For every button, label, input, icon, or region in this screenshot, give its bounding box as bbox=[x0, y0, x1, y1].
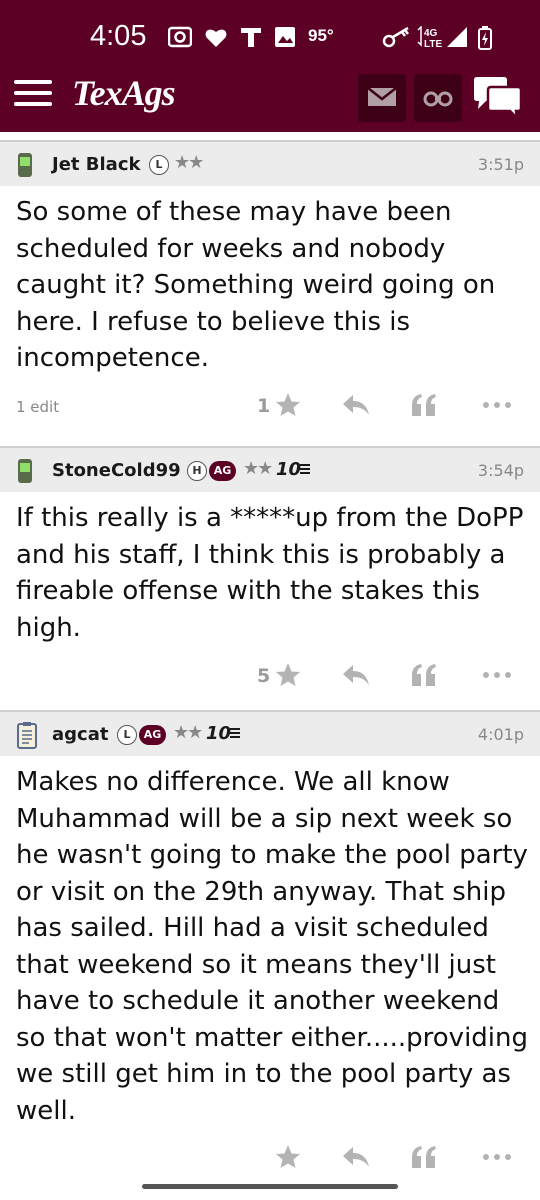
tmobile-icon bbox=[241, 28, 261, 47]
status-temperature: 95° bbox=[308, 26, 334, 45]
rank-lines-icon bbox=[230, 728, 240, 740]
reply-icon[interactable] bbox=[342, 662, 370, 688]
image-icon bbox=[275, 27, 295, 47]
star-icon[interactable] bbox=[275, 392, 301, 418]
status-bar: 4:05 95° 4G LTE bbox=[0, 18, 540, 58]
post-time[interactable]: 4:01p bbox=[478, 725, 524, 744]
username[interactable]: Jet Black bbox=[52, 154, 140, 175]
post-time[interactable]: 3:54p bbox=[478, 461, 524, 480]
badge-ag: AG bbox=[209, 461, 236, 481]
edit-note[interactable]: 1 edit bbox=[16, 398, 59, 416]
more-icon[interactable] bbox=[482, 662, 512, 688]
reply-icon[interactable] bbox=[342, 1144, 370, 1170]
mail-button[interactable] bbox=[358, 74, 406, 122]
post-body: If this really is a *****up from the DoP… bbox=[16, 503, 524, 643]
star-count: 1 bbox=[257, 395, 271, 417]
username[interactable]: agcat bbox=[52, 724, 108, 745]
phone-icon bbox=[18, 459, 32, 483]
status-time: 4:05 bbox=[90, 20, 147, 52]
badge-ag: AG bbox=[139, 725, 166, 745]
post-actions: 5 bbox=[0, 656, 540, 696]
rank-lines-icon bbox=[300, 464, 310, 476]
post-body: So some of these may have been scheduled… bbox=[16, 197, 496, 373]
post-body: Makes no difference. We all know Muhamma… bbox=[16, 767, 529, 1126]
quote-icon[interactable] bbox=[410, 392, 438, 418]
quote-icon[interactable] bbox=[410, 662, 438, 688]
star-icon[interactable] bbox=[275, 662, 301, 688]
svg-text:LTE: LTE bbox=[424, 39, 442, 50]
phone-icon bbox=[18, 153, 32, 177]
post-time[interactable]: 3:51p bbox=[478, 155, 524, 174]
watchlist-button[interactable] bbox=[414, 74, 462, 122]
post-header: agcat L AG ★★ 10 4:01p bbox=[0, 710, 540, 756]
battery-icon bbox=[478, 26, 492, 50]
gesture-bar[interactable] bbox=[142, 1184, 398, 1189]
app-header: 4:05 95° 4G LTE TexAgs bbox=[0, 0, 540, 132]
badge-lifetime: L bbox=[117, 725, 137, 745]
radio-icon bbox=[168, 26, 192, 48]
more-icon[interactable] bbox=[482, 1144, 512, 1170]
texags-logo[interactable]: TexAgs bbox=[72, 72, 176, 114]
svg-text:4G: 4G bbox=[424, 28, 438, 39]
binoculars-icon bbox=[423, 91, 453, 107]
menu-icon[interactable] bbox=[14, 80, 52, 110]
signal-icon bbox=[447, 27, 467, 47]
rank-badge: 10 bbox=[276, 459, 302, 480]
post-actions bbox=[0, 1138, 540, 1178]
quote-icon[interactable] bbox=[410, 1144, 438, 1170]
badge-lifetime: L bbox=[149, 155, 169, 175]
notepad-icon bbox=[17, 722, 37, 749]
post-header: Jet Black L ★★ 3:51p bbox=[0, 140, 540, 186]
rating-stars: ★★ bbox=[174, 152, 204, 173]
badge-h: H bbox=[187, 461, 207, 481]
chat-icon[interactable] bbox=[472, 76, 524, 120]
rating-stars: ★★ bbox=[173, 722, 203, 743]
key-icon bbox=[382, 26, 409, 48]
post-actions: 1 edit 1 bbox=[0, 386, 540, 426]
reply-icon[interactable] bbox=[342, 392, 370, 418]
username[interactable]: StoneCold99 bbox=[52, 460, 181, 481]
mail-icon bbox=[367, 87, 397, 106]
rank-badge: 10 bbox=[206, 723, 232, 744]
more-icon[interactable] bbox=[482, 392, 512, 418]
heart-icon bbox=[205, 29, 227, 47]
rating-stars: ★★ bbox=[243, 458, 273, 479]
nav-bar: TexAgs bbox=[0, 68, 540, 128]
post-header: StoneCold99 H AG ★★ 10 3:54p bbox=[0, 446, 540, 492]
lte-icon: 4GLTE bbox=[417, 26, 442, 50]
star-icon[interactable] bbox=[275, 1144, 301, 1170]
star-count: 5 bbox=[257, 665, 271, 687]
